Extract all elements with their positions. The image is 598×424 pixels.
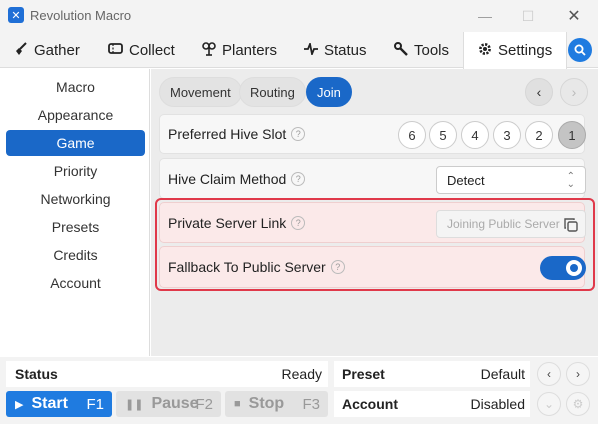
claim-method-value: Detect bbox=[447, 172, 485, 188]
pause-icon: ❚❚ bbox=[125, 398, 144, 411]
subtab-routing[interactable]: Routing bbox=[239, 77, 306, 107]
status-bar: Status Ready bbox=[6, 361, 328, 387]
window-title: Revolution Macro bbox=[30, 8, 132, 23]
prev-page-button[interactable]: ‹ bbox=[525, 78, 553, 106]
gear-icon: ⚙ bbox=[572, 397, 584, 411]
preset-label: Preset bbox=[342, 366, 385, 382]
tab-label: Planters bbox=[222, 41, 278, 59]
tab-label: Collect bbox=[129, 41, 175, 59]
close-button[interactable]: ✕ bbox=[559, 4, 589, 28]
gear-icon bbox=[478, 42, 492, 59]
updown-caret-icon: ⌃ ⌄ bbox=[566, 171, 575, 190]
hive-slot-option[interactable]: 2 bbox=[525, 121, 553, 149]
sidebar-item-credits[interactable]: Credits bbox=[6, 242, 145, 268]
ticket-icon bbox=[108, 42, 123, 58]
hive-slot-option[interactable]: 6 bbox=[398, 121, 426, 149]
title-bar: ✕ Revolution Macro — ☐ ✕ bbox=[0, 0, 598, 32]
sidebar-item-appearance[interactable]: Appearance bbox=[6, 102, 145, 128]
status-footer: Status Ready ▶ Start F1 ❚❚ Pause F2 ■ St… bbox=[0, 357, 598, 424]
tab-status[interactable]: Status bbox=[304, 32, 367, 68]
sidebar-item-macro[interactable]: Macro bbox=[6, 74, 145, 100]
account-dropdown-button[interactable]: ⌄ bbox=[537, 392, 561, 416]
tab-collect[interactable]: Collect bbox=[108, 32, 175, 68]
sidebar-item-game[interactable]: Game bbox=[6, 130, 145, 156]
tab-label: Status bbox=[324, 41, 367, 59]
chevron-left-icon: ‹ bbox=[536, 84, 542, 100]
app-logo-icon: ✕ bbox=[8, 7, 24, 23]
status-value: Ready bbox=[281, 366, 322, 382]
pause-label: Pause bbox=[151, 395, 199, 412]
main-tab-bar: Gather Collect Planters Status Tools Set… bbox=[0, 32, 598, 69]
tab-settings[interactable]: Settings bbox=[463, 32, 568, 69]
pause-hotkey: F2 bbox=[195, 395, 213, 413]
subtab-movement[interactable]: Movement bbox=[159, 77, 242, 107]
tab-planters[interactable]: Planters bbox=[202, 32, 277, 68]
maximize-button[interactable]: ☐ bbox=[513, 4, 543, 28]
tab-label: Tools bbox=[414, 41, 450, 59]
tab-gather[interactable]: Gather bbox=[14, 32, 80, 68]
broom-icon bbox=[14, 41, 28, 59]
sidebar-item-presets[interactable]: Presets bbox=[6, 214, 145, 240]
preset-next-button[interactable]: › bbox=[566, 362, 590, 386]
stop-label: Stop bbox=[248, 395, 285, 412]
chevron-left-icon: ‹ bbox=[547, 367, 551, 381]
start-hotkey: F1 bbox=[86, 395, 104, 413]
hive-slot-row: Preferred Hive Slot ? 6 5 4 3 2 1 bbox=[159, 114, 586, 154]
status-label: Status bbox=[15, 366, 58, 382]
sidebar-item-priority[interactable]: Priority bbox=[6, 158, 145, 184]
minimize-button[interactable]: — bbox=[470, 4, 500, 28]
stop-hotkey: F3 bbox=[302, 395, 320, 413]
hive-slot-option[interactable]: 4 bbox=[461, 121, 489, 149]
tab-label: Settings bbox=[498, 42, 553, 59]
settings-sidebar: Macro Appearance Game Priority Networkin… bbox=[0, 69, 150, 356]
wrench-icon bbox=[394, 41, 408, 59]
sidebar-item-networking[interactable]: Networking bbox=[6, 186, 145, 212]
help-icon[interactable]: ? bbox=[291, 172, 306, 186]
search-icon bbox=[574, 44, 586, 56]
tab-tools[interactable]: Tools bbox=[394, 32, 449, 68]
hive-slot-label: Preferred Hive Slot bbox=[168, 126, 287, 142]
chevron-right-icon: › bbox=[576, 367, 580, 381]
highlight-frame bbox=[155, 198, 595, 291]
account-bar: Account Disabled bbox=[334, 391, 530, 417]
subtab-join[interactable]: Join bbox=[306, 77, 352, 107]
sprout-icon bbox=[202, 41, 216, 59]
start-label: Start bbox=[31, 395, 68, 412]
next-page-button[interactable]: › bbox=[560, 78, 588, 106]
search-button[interactable] bbox=[568, 38, 592, 62]
preset-prev-button[interactable]: ‹ bbox=[537, 362, 561, 386]
preset-value: Default bbox=[480, 366, 525, 382]
pulse-icon bbox=[304, 40, 318, 58]
chevron-right-icon: › bbox=[571, 84, 577, 100]
claim-method-row: Hive Claim Method ? Detect ⌃ ⌄ bbox=[159, 158, 586, 199]
hive-slot-option[interactable]: 5 bbox=[429, 121, 457, 149]
start-button[interactable]: ▶ Start F1 bbox=[6, 391, 112, 417]
claim-method-label: Hive Claim Method bbox=[168, 171, 287, 187]
chevron-down-icon: ⌄ bbox=[543, 397, 555, 411]
tab-label: Gather bbox=[34, 41, 80, 59]
claim-method-select[interactable]: Detect ⌃ ⌄ bbox=[436, 166, 586, 194]
help-icon[interactable]: ? bbox=[291, 127, 306, 141]
preset-bar: Preset Default bbox=[334, 361, 530, 387]
stop-button[interactable]: ■ Stop F3 bbox=[225, 391, 328, 417]
hive-slot-option-selected[interactable]: 1 bbox=[558, 121, 586, 149]
account-value: Disabled bbox=[470, 396, 525, 412]
hive-slot-option[interactable]: 3 bbox=[493, 121, 521, 149]
play-icon: ▶ bbox=[15, 398, 24, 411]
sidebar-item-account[interactable]: Account bbox=[6, 270, 145, 296]
stop-icon: ■ bbox=[234, 398, 241, 410]
pause-button[interactable]: ❚❚ Pause F2 bbox=[116, 391, 221, 417]
account-label: Account bbox=[342, 396, 398, 412]
account-settings-button[interactable]: ⚙ bbox=[566, 392, 590, 416]
